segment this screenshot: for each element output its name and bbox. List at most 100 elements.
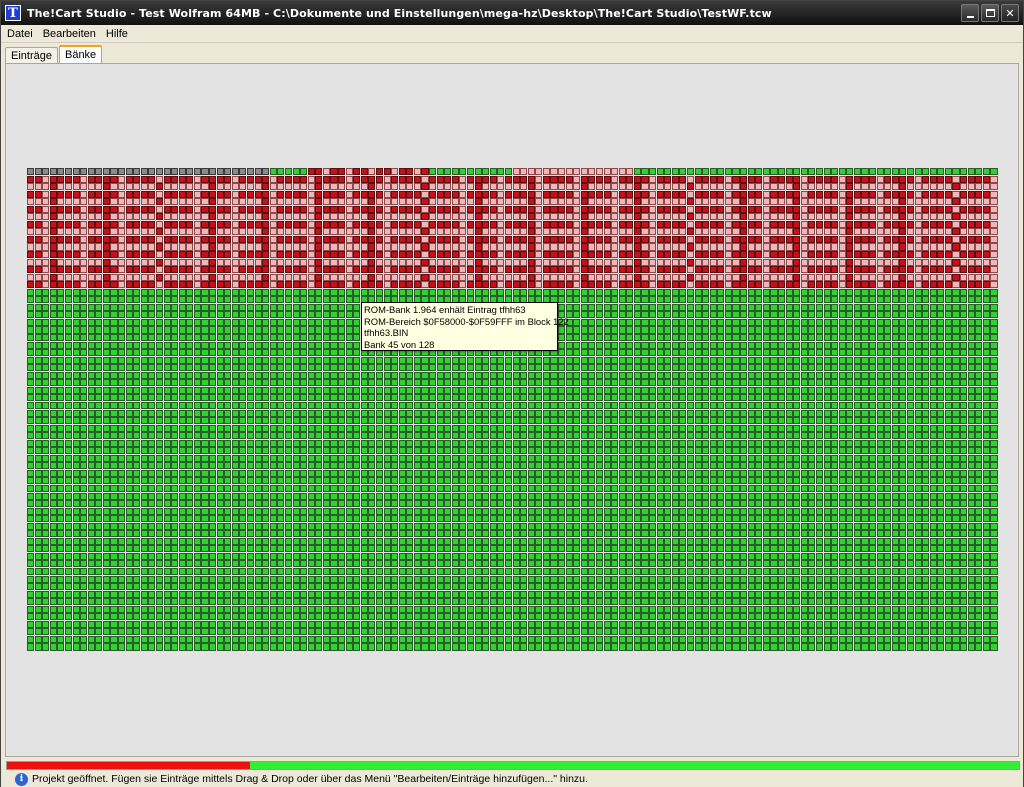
bank-cell[interactable] [368,356,376,364]
bank-cell[interactable] [724,220,732,228]
bank-cell[interactable] [368,394,376,402]
bank-cell[interactable] [315,364,323,372]
bank-cell[interactable] [914,356,922,364]
bank-cell[interactable] [49,311,57,319]
bank-cell[interactable] [747,273,755,281]
bank-cell[interactable] [869,213,877,221]
bank-cell[interactable] [929,447,937,455]
bank-cell[interactable] [27,281,35,289]
bank-cell[interactable] [209,296,217,304]
bank-cell[interactable] [209,251,217,259]
bank-cell[interactable] [922,334,930,342]
bank-cell[interactable] [322,341,330,349]
bank-cell[interactable] [778,190,786,198]
bank-cell[interactable] [497,371,505,379]
bank-cell[interactable] [95,311,103,319]
bank-cell[interactable] [512,168,520,176]
bank-cell[interactable] [239,296,247,304]
bank-cell[interactable] [922,364,930,372]
bank-cell[interactable] [474,371,482,379]
bank-cell[interactable] [633,303,641,311]
bank-cell[interactable] [732,175,740,183]
bank-cell[interactable] [148,349,156,357]
bank-cell[interactable] [413,198,421,206]
bank-cell[interactable] [110,424,118,432]
bank-cell[interactable] [831,168,839,176]
bank-cell[interactable] [869,258,877,266]
bank-cell[interactable] [861,424,869,432]
bank-cell[interactable] [702,228,710,236]
bank-cell[interactable] [322,386,330,394]
bank-cell[interactable] [148,175,156,183]
bank-cell[interactable] [846,198,854,206]
bank-cell[interactable] [990,386,998,394]
bank-cell[interactable] [891,349,899,357]
bank-cell[interactable] [527,190,535,198]
bank-cell[interactable] [686,183,695,191]
bank-cell[interactable] [269,379,277,387]
bank-cell[interactable] [785,168,793,176]
bank-cell[interactable] [118,311,126,319]
bank-cell[interactable] [770,220,778,228]
bank-cell[interactable] [474,205,482,213]
bank-cell[interactable] [512,371,520,379]
bank-cell[interactable] [573,220,581,228]
bank-cell[interactable] [861,394,869,402]
bank-cell[interactable] [975,356,983,364]
bank-cell[interactable] [353,258,361,266]
bank-cell[interactable] [884,296,892,304]
bank-cell[interactable] [762,424,770,432]
bank-cell[interactable] [201,183,209,191]
bank-cell[interactable] [664,371,672,379]
bank-cell[interactable] [603,243,611,251]
bank-cell[interactable] [922,243,930,251]
bank-cell[interactable] [140,175,148,183]
bank-cell[interactable] [34,386,42,394]
bank-cell[interactable] [80,311,88,319]
bank-cell[interactable] [823,205,831,213]
bank-cell[interactable] [929,251,937,259]
bank-cell[interactable] [603,364,611,372]
bank-cell[interactable] [406,379,414,387]
bank-cell[interactable] [762,235,770,243]
bank-cell[interactable] [914,318,922,326]
bank-cell[interactable] [967,356,975,364]
bank-cell[interactable] [292,454,300,462]
bank-cell[interactable] [497,401,505,409]
bank-cell[interactable] [740,243,748,251]
bank-cell[interactable] [876,432,884,440]
bank-cell[interactable] [724,439,732,447]
bank-cell[interactable] [201,318,209,326]
bank-cell[interactable] [489,281,497,289]
bank-cell[interactable] [300,439,308,447]
bank-cell[interactable] [262,334,270,342]
bank-cell[interactable] [246,386,255,394]
bank-cell[interactable] [671,205,679,213]
bank-cell[interactable] [459,190,467,198]
bank-cell[interactable] [853,235,861,243]
bank-cell[interactable] [565,205,573,213]
bank-cell[interactable] [140,432,148,440]
bank-cell[interactable] [186,281,194,289]
bank-cell[interactable] [497,190,505,198]
bank-cell[interactable] [330,213,338,221]
bank-cell[interactable] [148,394,156,402]
bank-cell[interactable] [831,379,839,387]
bank-cell[interactable] [209,326,217,334]
bank-cell[interactable] [838,341,846,349]
bank-cell[interactable] [633,251,641,259]
bank-cell[interactable] [87,318,95,326]
bank-cell[interactable] [375,432,384,440]
bank-cell[interactable] [163,303,171,311]
bank-cell[interactable] [391,409,399,417]
bank-cell[interactable] [641,424,649,432]
bank-cell[interactable] [793,183,801,191]
bank-cell[interactable] [209,303,217,311]
bank-cell[interactable] [550,364,558,372]
bank-cell[interactable] [573,205,581,213]
bank-cell[interactable] [740,198,748,206]
bank-cell[interactable] [178,296,186,304]
bank-cell[interactable] [580,401,588,409]
bank-cell[interactable] [155,175,164,183]
bank-cell[interactable] [406,198,414,206]
